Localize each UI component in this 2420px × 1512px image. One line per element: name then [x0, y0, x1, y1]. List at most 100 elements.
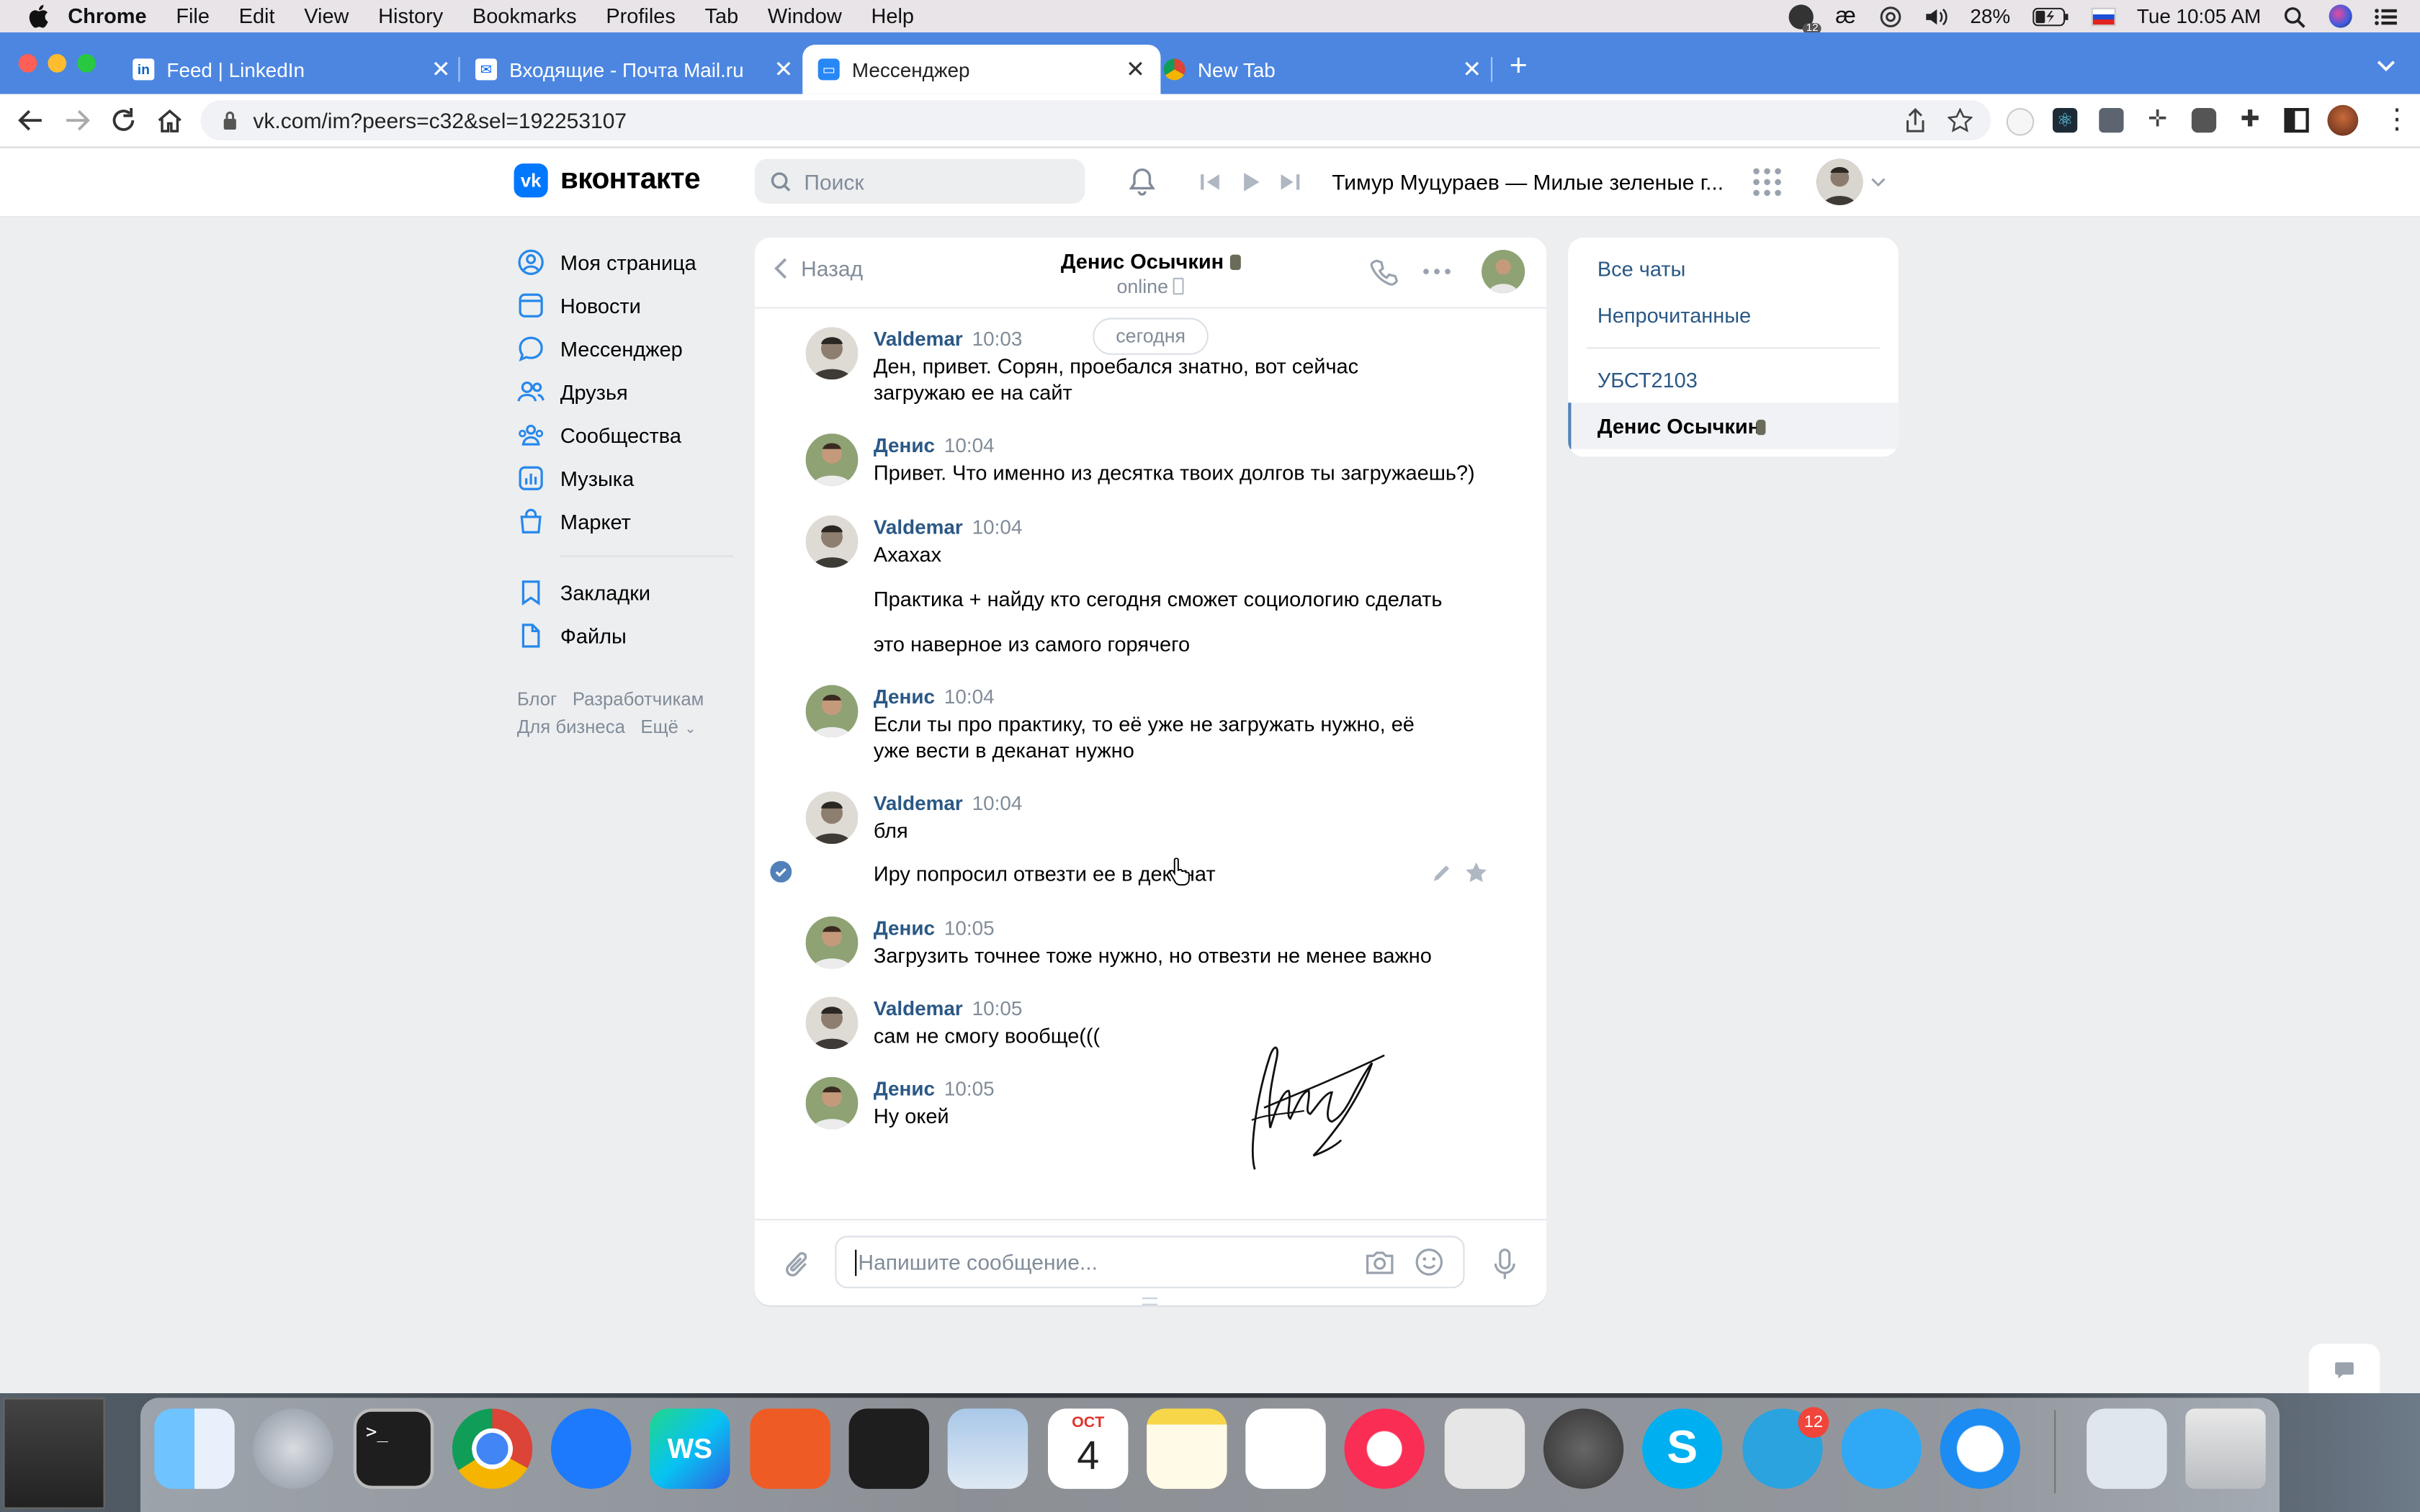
- avatar[interactable]: [805, 433, 859, 486]
- skype-icon[interactable]: S: [1642, 1408, 1723, 1489]
- reload-icon[interactable]: [109, 107, 138, 135]
- terminal-icon[interactable]: >_: [353, 1408, 434, 1489]
- sourcetree-icon[interactable]: [551, 1408, 632, 1489]
- tab-linkedin[interactable]: in Feed | LinkedIn ✕: [120, 45, 466, 94]
- vk-logo[interactable]: vk вконтакте: [514, 163, 701, 198]
- tab-search-chevron-icon[interactable]: [2377, 60, 2396, 73]
- call-phone-icon[interactable]: [1369, 258, 1400, 289]
- user-avatar[interactable]: [1816, 158, 1863, 205]
- bookmark-star-icon[interactable]: [1948, 108, 1973, 132]
- menu-app-name[interactable]: Chrome: [68, 4, 146, 27]
- message[interactable]: Valdemar 10:04 Ахахах Практика + найду кт…: [805, 515, 1485, 657]
- message[interactable]: Денис 10:04 Привет. Что именно из десятка…: [805, 433, 1485, 489]
- mail-stamp-icon[interactable]: [947, 1408, 1028, 1489]
- menu-tab[interactable]: Tab: [705, 4, 739, 27]
- avatar[interactable]: [805, 916, 859, 969]
- message-author[interactable]: Денис: [874, 1077, 935, 1100]
- menu-window[interactable]: Window: [768, 4, 842, 27]
- nav-files[interactable]: Файлы: [517, 614, 733, 657]
- message-author[interactable]: Valdemar: [874, 996, 963, 1020]
- clock[interactable]: Tue 10:05 AM: [2137, 4, 2261, 27]
- message-time[interactable]: 10:05: [944, 917, 995, 940]
- message-author[interactable]: Valdemar: [874, 791, 963, 814]
- avatar[interactable]: [805, 685, 859, 738]
- message-time[interactable]: 10:05: [944, 1077, 995, 1100]
- chevron-down-icon[interactable]: [1870, 177, 1886, 187]
- message-time[interactable]: 10:05: [972, 996, 1023, 1020]
- footer-link-developers[interactable]: Разработчикам: [573, 688, 704, 710]
- desktop-window-thumbnail[interactable]: [3, 1398, 105, 1509]
- services-grid-icon[interactable]: [1752, 166, 1783, 197]
- cast-icon[interactable]: [1878, 6, 1902, 27]
- avatar[interactable]: [805, 327, 859, 380]
- message-input[interactable]: Напишите сообщение...: [835, 1236, 1465, 1289]
- music-icon[interactable]: [1344, 1408, 1425, 1489]
- menu-file[interactable]: File: [176, 4, 210, 27]
- messages-icon[interactable]: [1841, 1408, 1922, 1489]
- control-center-icon[interactable]: [2374, 6, 2398, 27]
- system-settings-icon[interactable]: [1543, 1408, 1624, 1489]
- trash-icon[interactable]: [2185, 1408, 2266, 1489]
- menu-view[interactable]: View: [304, 4, 349, 27]
- share-icon[interactable]: [1904, 108, 1926, 132]
- home-icon[interactable]: [156, 107, 184, 135]
- figma-icon[interactable]: [848, 1408, 929, 1489]
- filter-unread[interactable]: Непрочитанные: [1597, 304, 1751, 327]
- nav-music[interactable]: Музыка: [517, 456, 733, 500]
- previous-track-icon[interactable]: [1195, 166, 1226, 197]
- now-playing-title[interactable]: Тимур Муцураев — Милые зеленые г...: [1332, 170, 1724, 194]
- spotlight-search-icon[interactable]: [2282, 6, 2307, 27]
- safari-icon[interactable]: [1940, 1408, 2020, 1489]
- message-author[interactable]: Денис: [874, 685, 935, 708]
- resize-handle[interactable]: [1142, 1297, 1158, 1305]
- message-time[interactable]: 10:04: [944, 685, 995, 708]
- search-input[interactable]: Поиск: [754, 158, 1085, 204]
- back-arrow-icon[interactable]: [17, 107, 45, 135]
- nav-friends[interactable]: Друзья: [517, 370, 733, 413]
- new-tab-button[interactable]: +: [1510, 51, 1528, 82]
- extension-robot-icon[interactable]: [2191, 108, 2217, 133]
- chat-avatar[interactable]: [1482, 250, 1525, 294]
- side-panel-icon[interactable]: [2284, 108, 2309, 133]
- tab-close-icon[interactable]: ✕: [774, 55, 793, 83]
- lock-icon[interactable]: [223, 111, 238, 130]
- message-author[interactable]: Денис: [874, 433, 935, 456]
- reminders-icon[interactable]: [1245, 1408, 1326, 1489]
- forward-arrow-icon[interactable]: [63, 107, 91, 135]
- nav-news[interactable]: Новости: [517, 284, 733, 327]
- chrome-menu-icon[interactable]: ⋮: [2383, 104, 2411, 135]
- extension-ruler-icon[interactable]: ✛: [2146, 107, 2170, 132]
- profile-avatar[interactable]: [2327, 104, 2359, 136]
- chrome-icon[interactable]: [452, 1408, 533, 1489]
- message-time[interactable]: 10:04: [972, 516, 1023, 539]
- emoji-smile-icon[interactable]: [1414, 1246, 1445, 1277]
- avatar[interactable]: [805, 515, 859, 568]
- tab-mail[interactable]: ✉ Входящие - Почта Mail.ru ✕: [463, 45, 809, 94]
- camera-icon[interactable]: [1364, 1248, 1395, 1277]
- next-track-icon[interactable]: [1275, 166, 1306, 197]
- attach-paperclip-icon[interactable]: [782, 1248, 813, 1282]
- window-zoom-button[interactable]: [77, 54, 96, 73]
- message[interactable]: Денис 10:04 Если ты про практику, то её у…: [805, 685, 1485, 762]
- menu-help[interactable]: Help: [871, 4, 914, 27]
- siri-icon[interactable]: [2329, 4, 2352, 28]
- menu-edit[interactable]: Edit: [239, 4, 275, 27]
- tab-close-icon[interactable]: ✕: [1126, 55, 1145, 83]
- documents-icon[interactable]: [2087, 1408, 2167, 1489]
- edit-pencil-icon[interactable]: [1430, 863, 1452, 884]
- message-author[interactable]: Valdemar: [874, 516, 963, 539]
- nav-messenger[interactable]: Мессенджер: [517, 327, 733, 370]
- message-author[interactable]: Valdemar: [874, 327, 963, 350]
- notes-icon[interactable]: [1147, 1408, 1227, 1489]
- dictionary-icon[interactable]: æ: [1835, 3, 1856, 29]
- favorite-star-icon[interactable]: [1465, 861, 1488, 884]
- footer-link-more[interactable]: Ещё: [640, 716, 678, 737]
- notifications-bell-icon[interactable]: [1126, 166, 1157, 197]
- battery-icon[interactable]: [2032, 6, 2069, 26]
- nav-my-page[interactable]: Моя страница: [517, 240, 733, 284]
- tab-close-icon[interactable]: ✕: [431, 55, 451, 83]
- volume-icon[interactable]: [1924, 6, 1948, 27]
- window-close-button[interactable]: [18, 54, 37, 73]
- tab-close-icon[interactable]: ✕: [1462, 55, 1482, 83]
- avatar[interactable]: [805, 996, 859, 1050]
